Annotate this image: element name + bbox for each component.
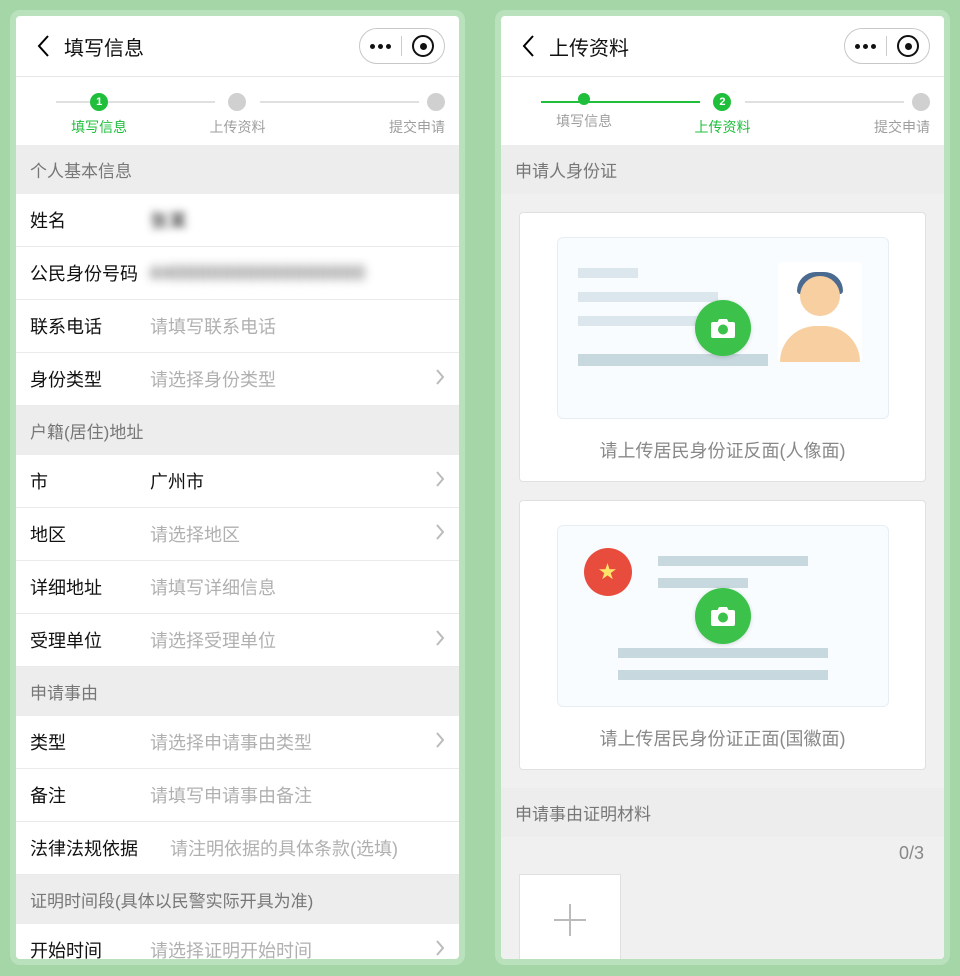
- chevron-right-icon: [435, 731, 445, 754]
- field-phone[interactable]: 联系电话 请填写联系电话: [16, 300, 459, 353]
- section-address: 户籍(居住)地址: [16, 406, 459, 455]
- page-title: 填写信息: [64, 32, 144, 61]
- step-submit: 提交申请: [792, 93, 930, 137]
- section-reason: 申请事由: [16, 667, 459, 716]
- field-start-time[interactable]: 开始时间 请选择证明开始时间: [16, 924, 459, 959]
- topbar: 填写信息: [16, 16, 459, 77]
- step-submit: 提交申请: [307, 93, 445, 137]
- id-back-placeholder: ★: [557, 525, 889, 707]
- upload-caption: 请上传居民身份证正面(国徽面): [600, 725, 846, 751]
- field-city[interactable]: 市 广州市: [16, 455, 459, 508]
- field-id-number[interactable]: 公民身份号码 440000000000000000: [16, 247, 459, 300]
- national-emblem-icon: ★: [584, 548, 632, 596]
- camera-icon[interactable]: [695, 300, 751, 356]
- step-indicator: 1 填写信息 上传资料 提交申请: [16, 77, 459, 145]
- section-id-card: 申请人身份证: [501, 145, 944, 194]
- field-district[interactable]: 地区 请选择地区: [16, 508, 459, 561]
- step-upload: 上传资料: [168, 93, 306, 137]
- section-time-range: 证明时间段(具体以民警实际开具为准): [16, 875, 459, 924]
- section-basic-info: 个人基本信息: [16, 145, 459, 194]
- step-fill-info: 填写信息: [515, 93, 653, 131]
- chevron-right-icon: [435, 939, 445, 960]
- step-indicator: 填写信息 2 上传资料 提交申请: [501, 77, 944, 145]
- more-icon[interactable]: [855, 44, 876, 49]
- chevron-right-icon: [435, 470, 445, 493]
- more-icon[interactable]: [370, 44, 391, 49]
- chevron-right-icon: [435, 629, 445, 652]
- miniprogram-capsule[interactable]: [844, 28, 930, 64]
- camera-icon[interactable]: [695, 588, 751, 644]
- upload-id-emblem[interactable]: ★ 请上传居民身份证正面(国徽面): [519, 500, 926, 770]
- page-title: 上传资料: [549, 32, 629, 61]
- close-icon[interactable]: [412, 35, 434, 57]
- topbar: 上传资料: [501, 16, 944, 77]
- close-icon[interactable]: [897, 35, 919, 57]
- back-button[interactable]: [30, 33, 56, 59]
- add-proof-button[interactable]: [519, 874, 621, 959]
- screen-fill-info: 填写信息 1 填写信息 上传资料 提交申请: [10, 10, 465, 965]
- chevron-right-icon: [435, 368, 445, 391]
- field-reason-remark[interactable]: 备注 请填写申请事由备注: [16, 769, 459, 822]
- upload-caption: 请上传居民身份证反面(人像面): [600, 437, 846, 463]
- field-id-type[interactable]: 身份类型 请选择身份类型: [16, 353, 459, 406]
- field-detail-address[interactable]: 详细地址 请填写详细信息: [16, 561, 459, 614]
- step-fill-info: 1 填写信息: [30, 93, 168, 137]
- id-front-placeholder: [557, 237, 889, 419]
- step-upload: 2 上传资料: [653, 93, 791, 137]
- field-accept-unit[interactable]: 受理单位 请选择受理单位: [16, 614, 459, 667]
- miniprogram-capsule[interactable]: [359, 28, 445, 64]
- back-button[interactable]: [515, 33, 541, 59]
- field-law-basis[interactable]: 法律法规依据 请注明依据的具体条款(选填): [16, 822, 459, 875]
- proof-counter: 0/3: [501, 837, 944, 868]
- person-icon: [778, 262, 862, 362]
- chevron-right-icon: [435, 523, 445, 546]
- field-reason-type[interactable]: 类型 请选择申请事由类型: [16, 716, 459, 769]
- field-name[interactable]: 姓名 张某: [16, 194, 459, 247]
- section-proof-material: 申请事由证明材料: [501, 788, 944, 837]
- upload-id-portrait[interactable]: 请上传居民身份证反面(人像面): [519, 212, 926, 482]
- screen-upload: 上传资料 填写信息 2 上传资料 提交申请: [495, 10, 950, 965]
